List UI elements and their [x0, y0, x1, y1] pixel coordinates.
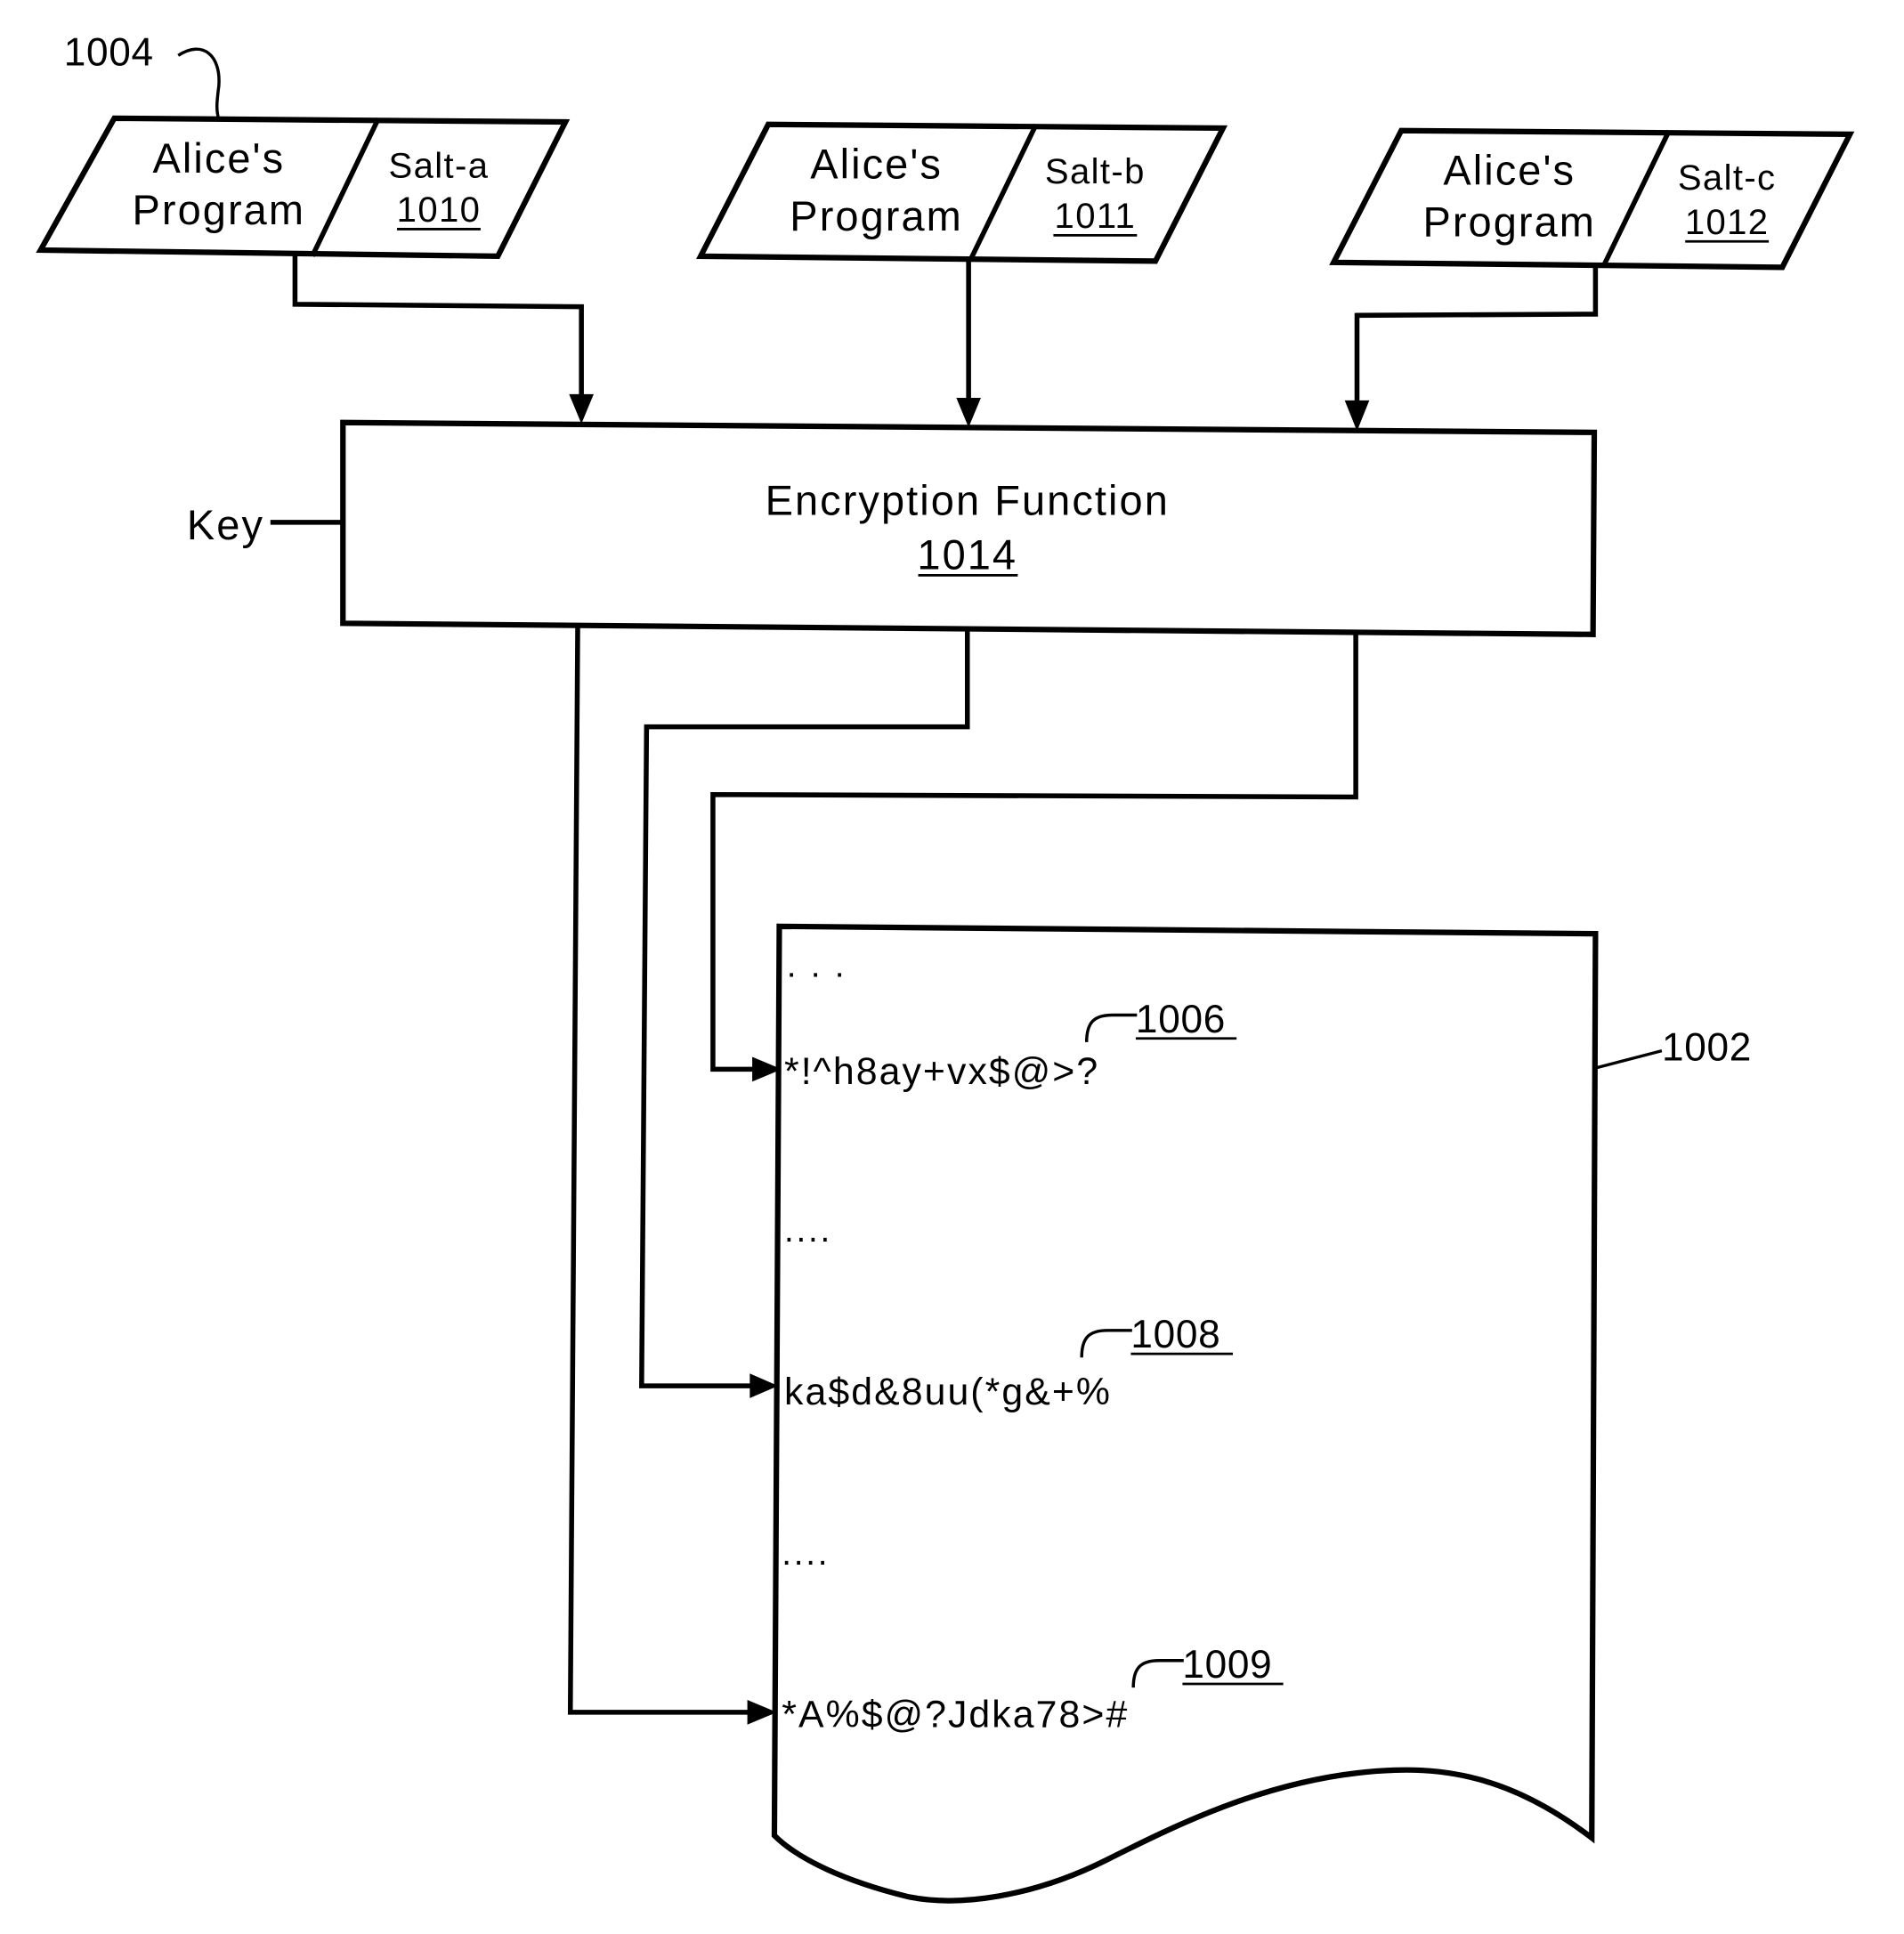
entry-1-ref: 1006 [1136, 998, 1226, 1041]
input-connector-1 [292, 252, 584, 403]
program-label-line2: Program [133, 186, 306, 233]
program-label-line2: Program [1422, 198, 1596, 246]
salt-label: Salt-c [1678, 158, 1777, 198]
salt-ref: 1010 [397, 190, 482, 230]
document-ref-leader [1594, 1048, 1663, 1070]
input-connector-3 [1354, 263, 1599, 409]
document-ref: 1002 [1662, 1026, 1752, 1070]
encryption-diagram: Alice's Program Salt-a 1010 1004 Alice's… [36, 30, 1855, 1904]
encryption-function-box [340, 419, 1598, 637]
encrypted-entry-2: ka$d&8uu(*g&+% [784, 1371, 1112, 1413]
arrowhead-down-3 [1344, 400, 1370, 432]
program-label-line2: Program [790, 192, 963, 239]
input-block-3: Alice's Program Salt-c 1012 [1329, 127, 1855, 271]
program-label-line1: Alice's [152, 134, 285, 182]
input-group-leader [177, 47, 221, 120]
salt-label: Salt-a [389, 146, 490, 185]
encryption-function-ref: 1014 [917, 530, 1017, 578]
arrowhead-down-1 [569, 393, 594, 425]
program-label-line1: Alice's [810, 141, 943, 188]
entry-3-ref: 1009 [1182, 1643, 1272, 1687]
input-block-2: Alice's Program Salt-b 1011 [696, 121, 1228, 264]
input-group-ref: 1004 [64, 30, 154, 74]
encryption-function-title: Encryption Function [766, 476, 1170, 523]
entry-2-ref: 1008 [1130, 1313, 1220, 1356]
output-connector-3 [567, 623, 755, 1715]
salt-label: Salt-b [1045, 152, 1146, 191]
salt-ref: 1012 [1685, 203, 1770, 242]
arrowhead-right-2 [749, 1373, 779, 1398]
program-label-line1: Alice's [1443, 147, 1576, 194]
input-block-1: Alice's Program Salt-a 1010 [36, 115, 571, 260]
key-label: Key [187, 501, 264, 548]
arrowhead-down-2 [956, 398, 981, 428]
encrypted-entry-3: *A%$@?Jdka78># [782, 1693, 1129, 1736]
ellipsis-3: .... [782, 1534, 830, 1573]
encrypted-entry-1: *!^h8ay+vx$@>? [784, 1050, 1099, 1093]
salt-ref: 1011 [1055, 197, 1137, 236]
ellipsis-2: .... [784, 1211, 832, 1250]
ellipsis-1: . . . [787, 947, 847, 985]
